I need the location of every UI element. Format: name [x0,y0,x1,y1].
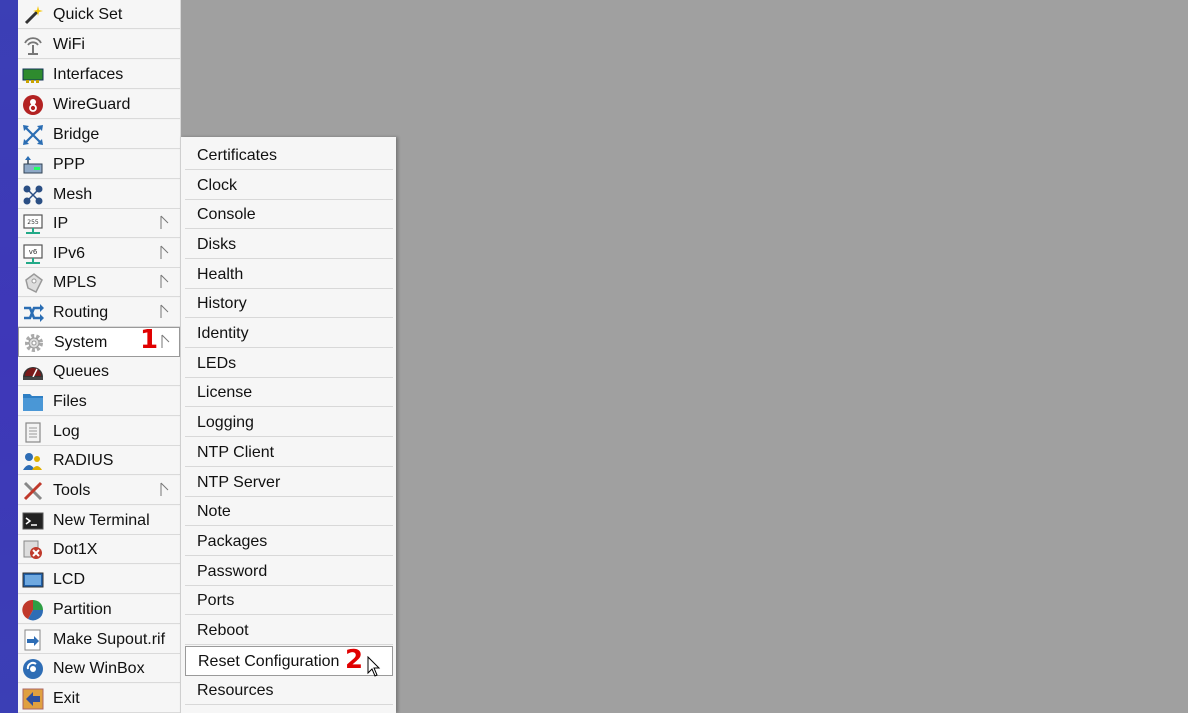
pie-partition-icon [22,599,44,621]
submenu-item-password[interactable]: Password [185,557,393,586]
terminal-icon [22,512,44,530]
wireguard-icon [23,95,43,115]
submenu-item-packages[interactable]: Packages [185,527,393,556]
submenu-item-reboot[interactable]: Reboot [185,616,393,645]
system-submenu: Certificates Clock Console Disks Health … [180,137,396,713]
submenu-item-certificates[interactable]: Certificates [185,141,393,170]
network-card-icon [22,68,44,83]
gear-icon [25,334,43,352]
svg-text:v6: v6 [29,248,38,256]
ipv6-monitor-icon: v6 [23,244,43,264]
ppp-icon [23,156,43,174]
submenu-item-resources[interactable]: Resources [185,676,393,705]
menu-item-bridge[interactable]: Bridge [18,120,180,149]
menu-item-interfaces[interactable]: Interfaces [18,60,180,89]
menu-item-routing[interactable]: Routing [18,298,180,327]
left-title-strip [0,0,18,713]
submenu-item-ports[interactable]: Ports [185,586,393,615]
menu-item-ppp[interactable]: PPP [18,150,180,179]
submenu-item-license[interactable]: License [185,378,393,407]
submenu-item-console[interactable]: Console [185,200,393,229]
submenu-arrow-icon [160,304,169,318]
menu-item-mesh[interactable]: Mesh [18,180,180,209]
radius-users-icon [23,453,42,470]
menu-item-tools[interactable]: Tools [18,476,180,505]
bridge-icon [23,125,43,145]
svg-text:255: 255 [27,219,39,226]
menu-item-radius[interactable]: RADIUS [18,446,180,475]
mouse-cursor-icon [367,656,381,677]
menu-item-exit[interactable]: Exit [18,684,180,713]
submenu-item-leds[interactable]: LEDs [185,349,393,378]
menu-item-mpls[interactable]: MPLS [18,268,180,297]
menu-item-wireguard[interactable]: WireGuard [18,90,180,119]
mesh-icon [23,185,43,205]
menu-item-partition[interactable]: Partition [18,595,180,624]
submenu-arrow-icon [160,215,169,229]
menu-item-new-winbox[interactable]: New WinBox [18,654,180,683]
menu-item-make-supout[interactable]: Make Supout.rif [18,625,180,654]
submenu-item-disks[interactable]: Disks [185,230,393,259]
menu-item-ipv6[interactable]: v6 IPv6 [18,239,180,268]
submenu-arrow-icon [160,245,169,259]
menu-item-new-terminal[interactable]: New Terminal [18,506,180,535]
queues-gauge-icon [23,367,43,380]
submenu-item-identity[interactable]: Identity [185,319,393,348]
submenu-item-logging[interactable]: Logging [185,408,393,437]
submenu-item-history[interactable]: History [185,289,393,318]
dot1x-icon [23,540,42,559]
folder-icon [23,394,43,411]
routing-icon [24,304,44,322]
magic-wand-icon [24,6,43,25]
submenu-arrow-icon [160,274,169,288]
annotation-step-1: 1 [140,325,159,355]
ip-monitor-icon: 255 [23,214,43,234]
menu-item-lcd[interactable]: LCD [18,565,180,594]
wifi-antenna-icon [24,37,42,55]
menu-item-ip[interactable]: 255 IP [18,209,180,238]
exit-icon [22,688,44,710]
submenu-item-ntp-client[interactable]: NTP Client [185,438,393,467]
supout-file-icon [24,629,41,651]
menu-item-log[interactable]: Log [18,417,180,446]
submenu-item-note[interactable]: Note [185,497,393,526]
menu-item-wifi[interactable]: WiFi [18,30,180,59]
submenu-arrow-icon [160,482,169,496]
menu-item-quick-set[interactable]: Quick Set [18,0,180,29]
submenu-item-clock[interactable]: Clock [185,171,393,200]
mpls-icon [25,273,43,294]
submenu-item-ntp-server[interactable]: NTP Server [185,468,393,497]
annotation-step-2: 2 [345,645,364,675]
log-notepad-icon [25,422,41,443]
tools-icon [23,481,43,501]
menu-item-dot1x[interactable]: Dot1X [18,535,180,564]
winbox-icon [23,659,43,679]
menu-item-queues[interactable]: Queues [18,357,180,386]
submenu-arrow-icon [161,334,170,348]
menu-item-files[interactable]: Files [18,387,180,416]
submenu-item-health[interactable]: Health [185,260,393,289]
main-menu: Quick Set WiFi Interfaces WireGuard Brid… [18,0,181,713]
lcd-screen-icon [22,572,44,588]
